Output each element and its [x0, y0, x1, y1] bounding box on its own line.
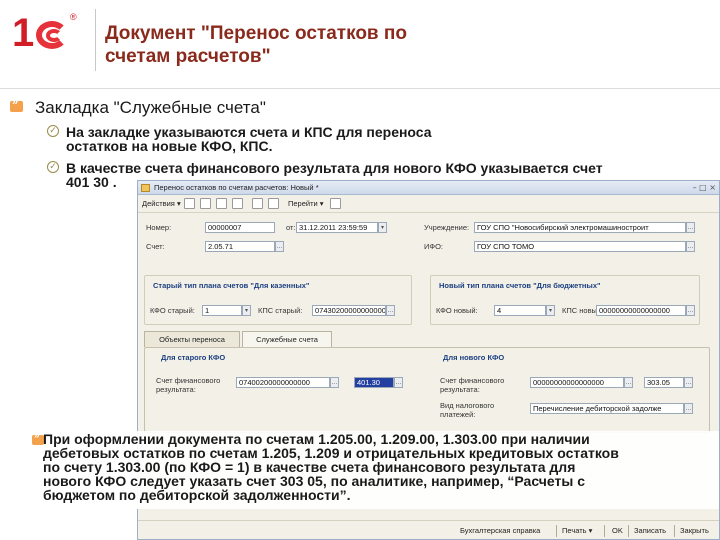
bullet-arrow-icon — [10, 96, 23, 112]
slide-title-line-1: Документ "Перенос остатков по — [105, 23, 407, 44]
new-kfo-dropdown[interactable]: ▾ — [546, 305, 555, 316]
number-field[interactable]: 00000007 — [205, 222, 275, 233]
old-result-label-line-2: результата: — [156, 385, 196, 394]
payment-type-select-button[interactable]: … — [684, 403, 693, 414]
bottom-note-text: При оформлении документа по счетам 1.205… — [43, 432, 720, 502]
tab-panel — [144, 347, 710, 433]
toolbar: Действия ▾ Перейти ▾ — [138, 195, 719, 213]
separator — [674, 525, 675, 537]
new-plan-header: Новый тип плана счетов "Для бюджетных" — [436, 281, 604, 291]
slide-title-line-2: счетам расчетов" — [105, 46, 271, 67]
old-kps-select-button[interactable]: … — [386, 305, 395, 316]
bullet-main: Закладка "Служебные счета" — [10, 96, 266, 118]
tab-service-accounts[interactable]: Служебные счета — [242, 331, 332, 347]
check-circle-icon: ✓ — [47, 125, 59, 137]
sub-bullet-1-line-1: На закладке указываются счета и КПС для … — [66, 124, 432, 140]
slide-title: Документ "Перенос остатков по счетам рас… — [105, 22, 665, 68]
institution-field[interactable]: ГОУ СПО "Новосибирский электромашиностро… — [474, 222, 686, 233]
calendar-button[interactable]: ▾ — [378, 222, 387, 233]
window-title: Перенос остатков по счетам расчетов: Нов… — [154, 183, 319, 192]
header-divider — [95, 9, 96, 71]
new-kfo-section-header: Для нового КФО — [440, 353, 508, 363]
sub-bullet-1-line-2: остатков на новые КФО, КПС. — [66, 138, 273, 154]
institution-label: Учреждение: — [424, 223, 470, 232]
old-kfo-field[interactable]: 1 — [202, 305, 242, 316]
delete-icon[interactable] — [232, 198, 243, 209]
ifo-label: ИФО: — [424, 242, 444, 251]
account-label: Счет: — [146, 242, 165, 251]
account-select-button[interactable]: … — [275, 241, 284, 252]
new-result-account-field[interactable]: 303.05 — [644, 377, 684, 388]
new-kps-field[interactable]: 00000000000000000 — [596, 305, 686, 316]
post-icon[interactable] — [252, 198, 263, 209]
bottom-note-line-3: по счету 1.303.00 (по КФО = 1) в качеств… — [43, 459, 576, 475]
payment-type-label-line-2: платежей: — [440, 410, 476, 419]
new-result-kps-field[interactable]: 00000000000000000 — [530, 377, 624, 388]
goto-label: Перейти — [288, 199, 318, 208]
accounting-certificate-button[interactable]: Бухгалтерская справка — [460, 525, 540, 537]
sub-bullet-1: ✓ На закладке указываются счета и КПС дл… — [47, 125, 517, 153]
separator — [556, 525, 557, 537]
header-rule — [0, 88, 720, 89]
save-button[interactable]: Записать — [634, 525, 666, 537]
new-result-account-select-button[interactable]: … — [684, 377, 693, 388]
unpost-icon[interactable] — [268, 198, 279, 209]
print-button[interactable]: Печать ▾ — [562, 525, 592, 537]
check-circle-icon: ✓ — [47, 161, 59, 173]
window-bottom-bar: Бухгалтерская справка Печать ▾ OK Записа… — [138, 520, 719, 540]
ifo-select-button[interactable]: … — [686, 241, 695, 252]
date-label: от: — [286, 223, 296, 232]
bullet-main-text: Закладка "Служебные счета" — [35, 98, 266, 117]
window-controls[interactable]: – □ × — [693, 183, 716, 192]
old-kps-field[interactable]: 07430200000000000 — [312, 305, 386, 316]
copy-icon[interactable] — [200, 198, 211, 209]
new-kps-select-button[interactable]: … — [686, 305, 695, 316]
new-kfo-label: КФО новый: — [436, 306, 478, 315]
sub-bullet-2-line-1: В качестве счета финансового результата … — [66, 160, 603, 176]
old-result-kps-select-button[interactable]: … — [330, 377, 339, 388]
new-kfo-field[interactable]: 4 — [494, 305, 546, 316]
old-kfo-section-header: Для старого КФО — [158, 353, 229, 363]
number-label: Номер: — [146, 223, 172, 232]
old-kfo-dropdown[interactable]: ▾ — [242, 305, 251, 316]
ifo-field[interactable]: ГОУ СПО ТОМО — [474, 241, 686, 252]
bottom-note-line-5: бюджетом по дебиторской задолженности”. — [43, 487, 351, 503]
old-kfo-label: КФО старый: — [150, 306, 195, 315]
separator — [604, 525, 605, 537]
bottom-note-line-4: нового КФО следует указать счет 303 05, … — [43, 473, 585, 489]
old-plan-header: Старый тип плана счетов "Для казенных" — [150, 281, 313, 291]
actions-menu[interactable]: Действия ▾ — [142, 198, 181, 210]
tab-objects[interactable]: Объекты переноса — [144, 331, 240, 347]
account-field[interactable]: 2.05.71 — [205, 241, 275, 252]
print-label: Печать — [562, 526, 587, 535]
bottom-note-line-2: дебетовых остатков по счетам 1.205, 1.20… — [43, 445, 619, 461]
edit-icon[interactable] — [216, 198, 227, 209]
old-kps-label: КПС старый: — [258, 306, 303, 315]
window-titlebar: Перенос остатков по счетам расчетов: Нов… — [138, 181, 719, 195]
actions-label: Действия — [142, 199, 175, 208]
old-result-account-select-button[interactable]: … — [394, 377, 403, 388]
bottom-note: При оформлении документа по счетам 1.205… — [13, 430, 720, 509]
goto-menu[interactable]: Перейти ▾ — [288, 198, 324, 210]
old-result-kps-field[interactable]: 07400200000000000 — [236, 377, 330, 388]
date-field[interactable]: 31.12.2011 23:59:59 — [296, 222, 378, 233]
bottom-note-line-1: При оформлении документа по счетам 1.205… — [43, 431, 590, 447]
help-icon[interactable] — [330, 198, 341, 209]
document-icon — [141, 184, 150, 192]
add-icon[interactable] — [184, 198, 195, 209]
new-result-kps-select-button[interactable]: … — [624, 377, 633, 388]
old-result-account-field[interactable]: 401.30 — [354, 377, 394, 388]
new-result-label-line-2: результата: — [440, 385, 480, 394]
institution-select-button[interactable]: … — [686, 222, 695, 233]
1c-logo: 1 ® — [12, 11, 77, 55]
payment-type-field[interactable]: Перечисление дебиторской задолже — [530, 403, 684, 414]
ok-button[interactable]: OK — [612, 525, 623, 537]
separator — [628, 525, 629, 537]
close-button[interactable]: Закрыть — [680, 525, 709, 537]
